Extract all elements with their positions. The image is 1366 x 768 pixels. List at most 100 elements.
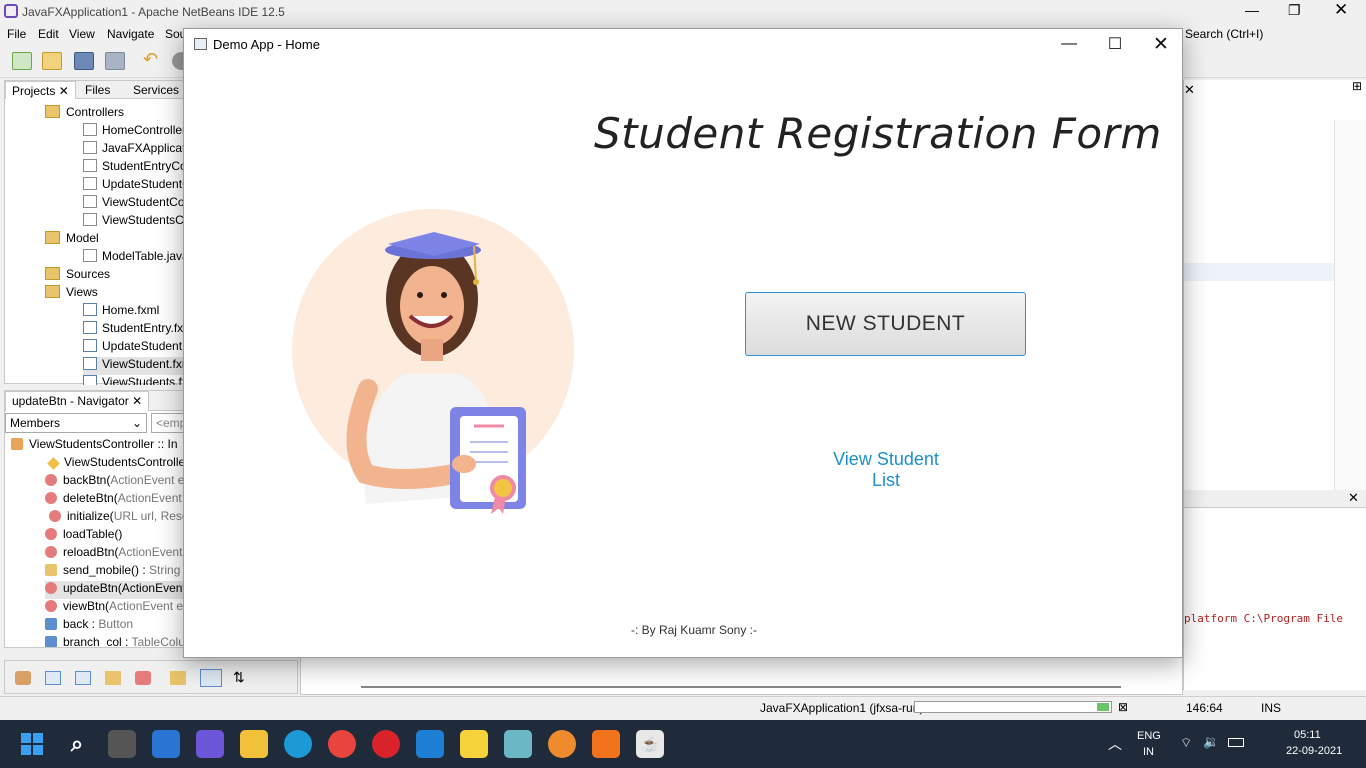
stop-icon[interactable]: ⊠ — [1118, 700, 1128, 714]
clock-time[interactable]: 05:11 — [1294, 729, 1321, 741]
tree-item[interactable]: UpdateStudent. — [83, 339, 185, 357]
language-indicator[interactable]: ENG — [1137, 730, 1161, 742]
chrome-icon[interactable] — [328, 730, 356, 758]
split-icon[interactable]: ⊞ — [1352, 79, 1362, 93]
member-item-selected[interactable]: updateBtn(ActionEvent e — [45, 581, 196, 599]
vscode-icon[interactable] — [416, 730, 444, 758]
search-icon[interactable]: ⌕ — [63, 730, 91, 758]
credit-text: -: By Raj Kuamr Sony :- — [630, 623, 758, 637]
netbeans-icon[interactable] — [504, 730, 532, 758]
minimize-icon[interactable]: — — [1046, 29, 1092, 59]
tree-item[interactable]: ViewStudents.fx — [83, 375, 188, 385]
member-item[interactable]: branch_col : TableColum — [45, 635, 195, 647]
sort-icon[interactable] — [170, 671, 186, 685]
error-stripe — [1334, 120, 1366, 490]
sort-icon[interactable] — [200, 669, 222, 687]
caret-position: 146:64 — [1186, 701, 1223, 715]
wifi-icon[interactable]: ⌔ — [1180, 735, 1192, 751]
tree-item-selected[interactable]: ViewStudent.fxm — [83, 357, 192, 375]
student-illustration — [292, 209, 574, 514]
navigator-root[interactable]: ViewStudentsController :: In — [11, 437, 178, 455]
tree-item[interactable]: ViewStudentsCo — [83, 213, 191, 231]
filter-icon[interactable] — [15, 671, 31, 685]
fxml-file-icon — [83, 339, 97, 352]
xampp-icon[interactable] — [592, 730, 620, 758]
chevron-up-icon[interactable]: ︿ — [1108, 734, 1122, 754]
tree-item-views[interactable]: Views — [45, 285, 98, 303]
tree-item[interactable]: StudentEntry.fx — [83, 321, 183, 339]
sticky-notes-icon[interactable] — [460, 730, 488, 758]
close-icon[interactable]: ✕ — [1348, 490, 1359, 506]
member-item[interactable]: loadTable() — [45, 527, 122, 545]
close-icon[interactable]: ✕ — [1184, 82, 1195, 98]
open-project-icon[interactable] — [74, 52, 94, 70]
tree-item[interactable]: ViewStudentCon — [83, 195, 191, 213]
tab-services[interactable]: Services — [127, 81, 185, 99]
field-icon — [45, 636, 57, 647]
tree-item-sources[interactable]: Sources — [45, 267, 110, 285]
menu-view[interactable]: View — [69, 27, 95, 41]
restore-icon[interactable]: ❐ — [1288, 2, 1301, 19]
app-icon[interactable] — [548, 730, 576, 758]
tree-item[interactable]: JavaFXApplicatio — [83, 141, 195, 159]
start-icon[interactable] — [18, 730, 46, 758]
new-file-icon[interactable] — [12, 52, 32, 70]
tab-navigator[interactable]: updateBtn - Navigator ✕ — [5, 391, 150, 411]
tree-item[interactable]: HomeController. — [83, 123, 189, 141]
tree-item-controllers[interactable]: Controllers — [45, 105, 124, 123]
horizontal-scrollbar[interactable] — [361, 686, 1121, 688]
save-all-icon[interactable] — [105, 52, 125, 70]
menu-file[interactable]: File — [7, 27, 26, 41]
tree-item[interactable]: ModelTable.java — [83, 249, 189, 267]
menu-navigate[interactable]: Navigate — [107, 27, 154, 41]
tab-files[interactable]: Files — [79, 81, 116, 99]
minimize-icon[interactable]: — — [1245, 2, 1259, 18]
language-region[interactable]: IN — [1143, 746, 1154, 758]
class-icon — [11, 438, 23, 450]
sort-icon[interactable]: ⇅ — [233, 669, 245, 686]
member-item[interactable]: send_mobile() : String — [45, 563, 180, 581]
java-icon[interactable]: ☕ — [636, 730, 664, 758]
member-item[interactable]: back : Button — [45, 617, 133, 635]
member-item[interactable]: viewBtn(ActionEvent eve — [45, 599, 196, 617]
close-icon[interactable]: ✕ — [1334, 0, 1348, 20]
undo-icon[interactable]: ↶ — [143, 49, 163, 69]
member-item[interactable]: ViewStudentsController() — [47, 455, 197, 473]
task-view-icon[interactable] — [108, 730, 136, 758]
java-file-icon — [83, 195, 97, 208]
tree-item-model[interactable]: Model — [45, 231, 99, 249]
member-item[interactable]: deleteBtn(ActionEvent e — [45, 491, 192, 509]
tab-projects[interactable]: Projects ✕ — [5, 81, 76, 99]
members-select[interactable]: Members ⌄ — [5, 413, 147, 433]
edge-icon[interactable] — [284, 730, 312, 758]
battery-icon[interactable] — [1228, 738, 1244, 747]
ide-title: JavaFXApplication1 - Apache NetBeans IDE… — [22, 5, 285, 19]
view-student-list-link[interactable]: View Student List — [818, 449, 954, 491]
tree-item[interactable]: UpdateStudentC — [83, 177, 191, 195]
member-item[interactable]: backBtn(ActionEvent eve — [45, 473, 197, 491]
filter-icon[interactable] — [135, 671, 151, 685]
file-explorer-icon[interactable] — [240, 730, 268, 758]
filter-icon[interactable] — [75, 671, 91, 685]
menu-edit[interactable]: Edit — [38, 27, 59, 41]
opera-icon[interactable] — [372, 730, 400, 758]
java-file-icon — [83, 213, 97, 226]
tree-item[interactable]: StudentEntryCon — [83, 159, 193, 177]
clock-date[interactable]: 22-09-2021 — [1286, 745, 1342, 757]
member-item[interactable]: reloadBtn(ActionEvent e — [45, 545, 192, 563]
member-item[interactable]: initialize(URL url, Resour — [49, 509, 199, 527]
close-icon[interactable]: ✕ — [1138, 29, 1184, 59]
volume-icon[interactable]: 🔉 — [1203, 734, 1219, 750]
maximize-icon[interactable]: ☐ — [1092, 29, 1138, 59]
new-project-icon[interactable] — [42, 52, 62, 70]
filter-icon[interactable] — [45, 671, 61, 685]
widgets-icon[interactable] — [152, 730, 180, 758]
java-file-icon — [83, 249, 97, 262]
teams-icon[interactable] — [196, 730, 224, 758]
fxml-file-icon — [83, 357, 97, 370]
tree-item[interactable]: Home.fxml — [83, 303, 159, 321]
fxml-file-icon — [83, 303, 97, 316]
lock-icon[interactable] — [105, 671, 121, 685]
new-student-button[interactable]: NEW STUDENT — [745, 292, 1026, 356]
search-input[interactable]: Search (Ctrl+I) — [1185, 27, 1263, 41]
